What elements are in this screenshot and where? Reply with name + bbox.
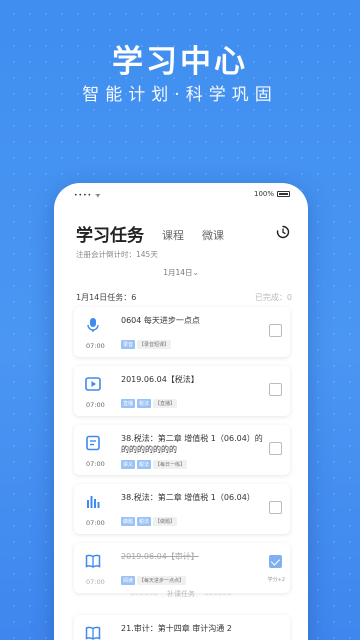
- book-icon: [85, 554, 101, 568]
- task-card[interactable]: 21.审计：第十四章 审计沟通 2: [74, 615, 290, 640]
- task-time: 07:00: [86, 578, 105, 586]
- exam-countdown: 注册会计倒计时：145天: [76, 250, 158, 259]
- task-tag: 【录音短课】: [137, 340, 172, 349]
- task-title: 2019.06.04【税法】: [121, 375, 199, 384]
- task-checkbox[interactable]: [269, 324, 282, 337]
- task-tag: 税法: [137, 460, 152, 469]
- task-tag: 讲义: [121, 460, 136, 469]
- completed-count: 已完成：0: [254, 293, 292, 302]
- task-tag: 直播: [121, 399, 136, 408]
- task-time: 07:00: [86, 460, 105, 468]
- task-tag: 【做题】: [153, 517, 178, 526]
- date-selector[interactable]: 1月14日⌄: [54, 267, 308, 278]
- task-checkbox[interactable]: [269, 501, 282, 514]
- task-tag: 录音: [121, 340, 136, 349]
- microphone-icon: [87, 318, 99, 332]
- task-title: 38.税法：第二章 增值税 1（06.04）: [121, 493, 255, 502]
- status-bar: •••• ᯤ 100%: [54, 183, 308, 205]
- video-play-icon: [85, 377, 101, 391]
- tab-study-tasks[interactable]: 学习任务: [76, 221, 144, 246]
- task-count: 1月14日任务：6: [76, 293, 137, 302]
- task-tag: 【直播】: [153, 399, 178, 408]
- bar-chart-icon: [87, 496, 100, 508]
- task-time: 07:00: [86, 519, 105, 527]
- task-card[interactable]: 07:00 38.税法：第二章 增值税 1（06.04） 做题 税法 【做题】: [74, 484, 290, 534]
- task-title: 21.审计：第十四章 审计沟通 2: [121, 624, 232, 633]
- clock-icon[interactable]: [276, 225, 290, 239]
- task-tag: 税法: [137, 517, 152, 526]
- task-card[interactable]: 07:00 2019.06.04【税法】 直播 税法 【直播】: [74, 366, 290, 416]
- tab-courses[interactable]: 课程: [162, 227, 184, 243]
- supplement-label: 补课任务: [167, 590, 195, 598]
- task-tag: 做题: [121, 517, 136, 526]
- task-checkbox[interactable]: [269, 383, 282, 396]
- supplement-tasks-divider[interactable]: 补课任务: [54, 589, 308, 599]
- task-title: 2019.06.04【审计】: [121, 552, 199, 561]
- task-checkbox-checked[interactable]: [269, 555, 282, 568]
- task-tags: 讲义 税法 【每日一练】: [121, 460, 188, 469]
- tab-micro-courses[interactable]: 微课: [202, 227, 224, 243]
- header-tabs: 学习任务 课程 微课: [76, 221, 294, 246]
- task-tag: 税法: [137, 399, 152, 408]
- task-tags: 直播 税法 【直播】: [121, 399, 178, 408]
- task-tags: 做题 税法 【做题】: [121, 517, 178, 526]
- book-icon: [85, 626, 101, 640]
- date-selector-label: 1月14日: [163, 268, 193, 277]
- battery-indicator: 100%: [254, 190, 290, 198]
- task-tag: 【每天进步一点点】: [137, 576, 187, 585]
- task-title: 38.税法：第二章 增值税 1（06.04）的的的的的的的的: [121, 434, 263, 454]
- task-tag: 阅读: [121, 576, 136, 585]
- task-tags: 阅读 【每天进步一点点】: [121, 576, 187, 585]
- task-card-completed[interactable]: 07:00 2019.06.04【审计】 阅读 【每天进步一点点】 学分+2: [74, 543, 290, 593]
- task-card[interactable]: 07:00 0604 每天进步一点点 录音 【录音短课】: [74, 307, 290, 357]
- battery-icon: [277, 191, 290, 197]
- credit-label: 学分+2: [267, 577, 285, 583]
- task-time: 07:00: [86, 401, 105, 409]
- battery-percent: 100%: [253, 190, 274, 198]
- hero-title: 学习中心: [112, 44, 248, 80]
- signal-indicator: •••• ᯤ: [74, 192, 102, 199]
- task-card[interactable]: 07:00 38.税法：第二章 增值税 1（06.04）的的的的的的的的 讲义 …: [74, 425, 290, 475]
- task-title: 0604 每天进步一点点: [121, 316, 200, 325]
- hero-subtitle: 智能计划·科学巩固: [82, 85, 278, 105]
- document-icon: [86, 435, 100, 451]
- task-checkbox[interactable]: [269, 442, 282, 455]
- chevron-down-icon: ⌄: [192, 268, 199, 277]
- task-list: 07:00 0604 每天进步一点点 录音 【录音短课】 07:00 2019.…: [74, 307, 290, 602]
- task-time: 07:00: [86, 342, 105, 350]
- phone-mockup: •••• ᯤ 100% 学习任务 课程 微课 注册会计倒计时：145天 1月14…: [54, 183, 308, 640]
- task-tags: 录音 【录音短课】: [121, 340, 172, 349]
- task-tag: 【每日一练】: [153, 460, 188, 469]
